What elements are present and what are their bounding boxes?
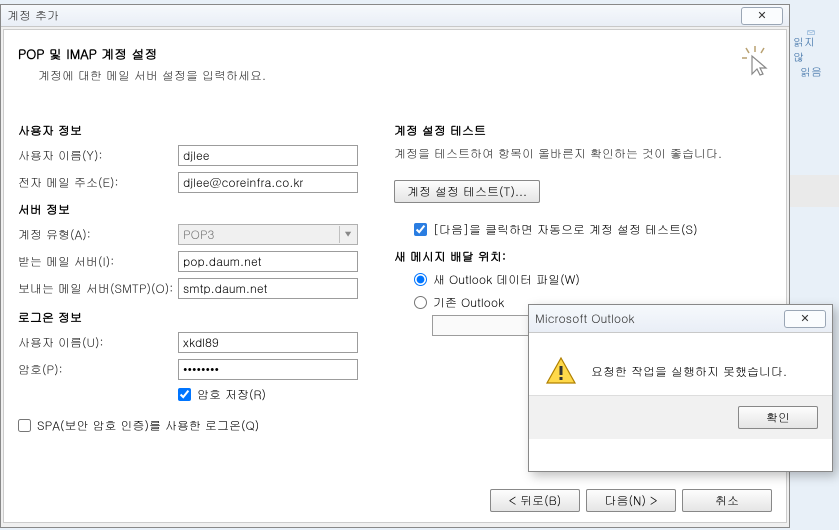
page-title: POP 및 IMAP 계정 설정 (18, 44, 266, 63)
password-input[interactable] (178, 359, 358, 380)
username-y-input[interactable] (178, 145, 358, 166)
popup-close-button[interactable]: ✕ (784, 310, 826, 328)
back-button[interactable]: < 뒤로(B) (490, 489, 580, 512)
account-type-value: POP3 (183, 226, 214, 243)
warning-icon (545, 355, 577, 387)
username-u-label: 사용자 이름(U): (18, 334, 178, 351)
close-icon: ✕ (757, 8, 766, 23)
account-type-select: POP3 ▼ (178, 224, 358, 245)
email-input[interactable] (178, 172, 358, 193)
delivery-heading: 새 메시지 배달 위치: (394, 248, 758, 265)
window-title: 계정 추가 (7, 7, 59, 24)
wizard-footer: < 뒤로(B) 다음(N) > 취소 (490, 489, 772, 512)
remember-password-label: 암호 저장(R) (197, 386, 266, 403)
outgoing-server-input[interactable] (178, 278, 358, 299)
logon-info-heading: 로그온 정보 (18, 309, 388, 326)
test-settings-heading: 계정 설정 테스트 (394, 122, 758, 139)
username-u-input[interactable] (178, 332, 358, 353)
ribbon-text-1: 읽지 않 (793, 35, 829, 65)
test-settings-button[interactable]: 계정 설정 테스트(T)... (394, 180, 540, 203)
wizard-cursor-icon (738, 44, 772, 78)
popup-ok-button[interactable]: 확인 (738, 406, 818, 429)
existing-file-label: 기존 Outlook (433, 294, 504, 311)
user-info-heading: 사용자 정보 (18, 122, 388, 139)
spa-checkbox[interactable] (18, 419, 31, 432)
autotest-checkbox[interactable] (414, 223, 427, 236)
error-dialog: Microsoft Outlook ✕ 요청한 작업을 실행하지 못했습니다. … (528, 304, 833, 472)
outgoing-label: 보내는 메일 서버(SMTP)(O): (18, 280, 178, 297)
new-file-radio[interactable] (414, 273, 427, 286)
window-titlebar: 계정 추가 ✕ (1, 5, 789, 27)
background-strip (790, 175, 839, 207)
new-file-label: 새 Outlook 데이터 파일(W) (433, 271, 580, 288)
chevron-down-icon: ▼ (339, 226, 356, 243)
account-type-label: 계정 유형(A): (18, 226, 178, 243)
popup-message: 요청한 작업을 실행하지 못했습니다. (591, 363, 787, 380)
existing-file-radio[interactable] (414, 296, 427, 309)
email-label: 전자 메일 주소(E): (18, 174, 178, 191)
window-close-button[interactable]: ✕ (741, 7, 783, 25)
password-label: 암호(P): (18, 361, 178, 378)
ribbon-text-2: 읽음 (800, 65, 822, 80)
popup-titlebar: Microsoft Outlook ✕ (529, 305, 832, 333)
popup-title: Microsoft Outlook (535, 310, 634, 327)
cancel-button[interactable]: 취소 (682, 489, 772, 512)
background-ribbon: 읽지 않 읽음 (793, 30, 839, 130)
mark-read-button[interactable]: 읽지 않 읽음 (793, 30, 829, 80)
spa-label: SPA(보안 암호 인증)를 사용한 로그온(Q) (37, 417, 259, 434)
close-icon: ✕ (800, 311, 809, 326)
autotest-label: [다음]을 클릭하면 자동으로 계정 설정 테스트(S) (433, 221, 698, 238)
incoming-server-input[interactable] (178, 251, 358, 272)
test-settings-desc: 계정을 테스트하여 항목이 올바른지 확인하는 것이 좋습니다. (394, 145, 758, 162)
server-info-heading: 서버 정보 (18, 201, 388, 218)
incoming-label: 받는 메일 서버(I): (18, 253, 178, 270)
next-button[interactable]: 다음(N) > (586, 489, 676, 512)
page-subtitle: 계정에 대한 메일 서버 설정을 입력하세요. (18, 67, 266, 84)
username-y-label: 사용자 이름(Y): (18, 147, 178, 164)
remember-password-checkbox[interactable] (178, 388, 191, 401)
